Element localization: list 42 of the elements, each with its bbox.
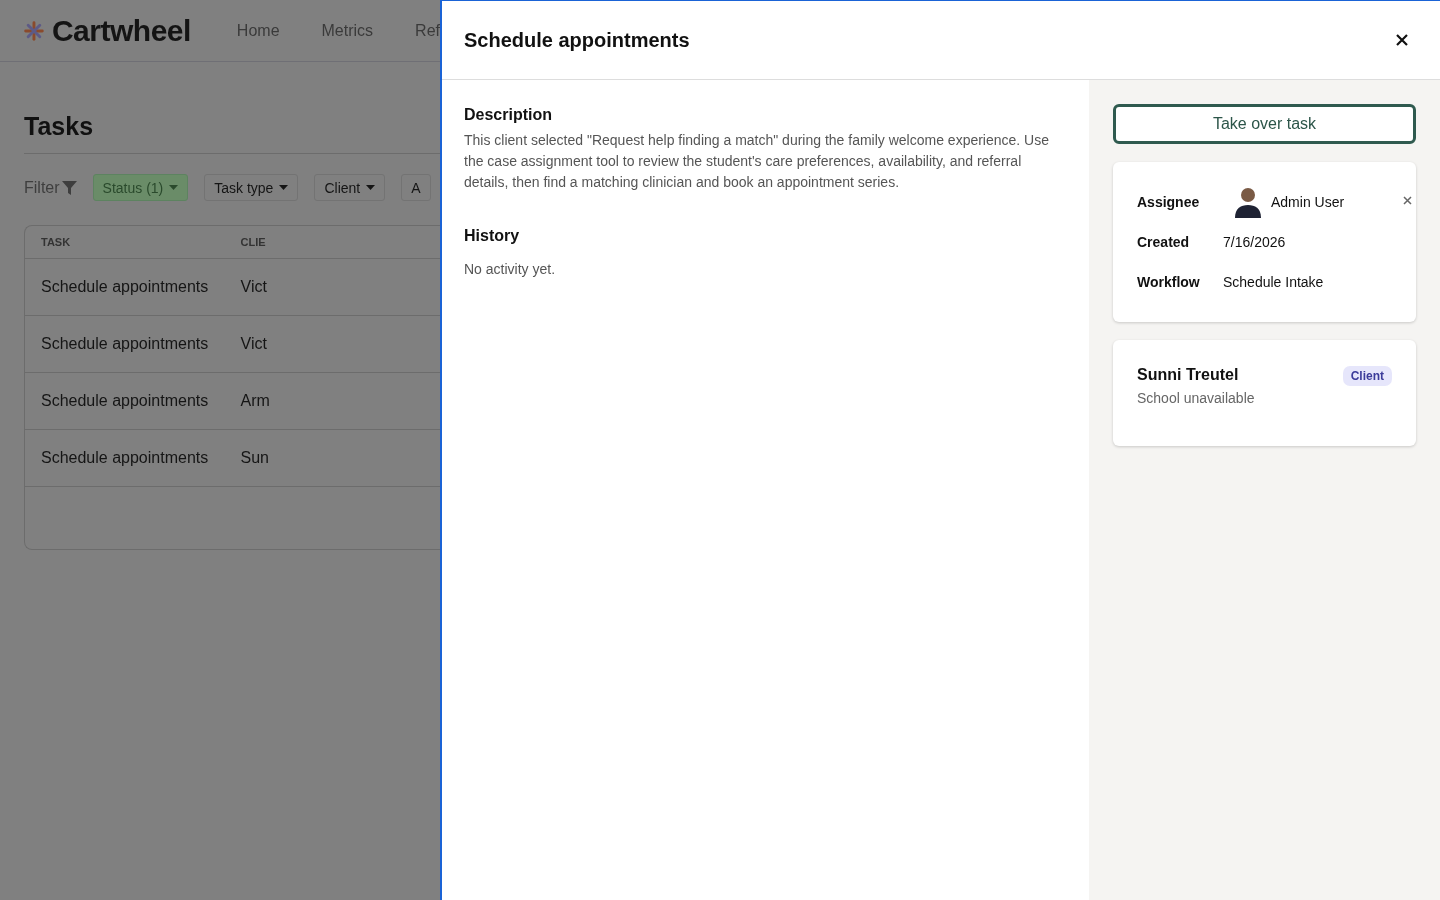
filter-dropdown[interactable]: Task type xyxy=(204,174,299,201)
caret-icon xyxy=(366,185,376,190)
filter-dropdown[interactable]: Status (1) xyxy=(92,174,189,201)
caret-icon xyxy=(169,185,179,190)
filter-icon xyxy=(61,180,77,195)
client-subtitle: School unavailable xyxy=(1137,390,1256,406)
table-cell-text: Sun xyxy=(240,449,270,467)
empty-history-text: No activity yet. xyxy=(464,260,557,279)
detail-label: Workflow xyxy=(1137,274,1201,290)
table-cell-text: Schedule appointments xyxy=(41,335,210,353)
filter-label: Filter xyxy=(24,178,60,197)
nav-link[interactable]: Home xyxy=(236,21,280,40)
detail-value: 7/16/2026 xyxy=(1223,234,1286,250)
take-over-button[interactable]: Take over task xyxy=(1113,104,1416,144)
table-cell-text: Vict xyxy=(240,278,268,296)
table-cell-text: Schedule appointments xyxy=(41,278,210,296)
app-logo: Cartwheel xyxy=(51,13,191,48)
column-header: TASK xyxy=(41,236,72,248)
detail-value: Schedule Intake xyxy=(1223,274,1324,290)
nav-link[interactable]: Metrics xyxy=(321,21,374,40)
asterisk-logo-icon xyxy=(24,18,44,43)
detail-label: Assignee xyxy=(1137,194,1201,210)
table-cell-text: Schedule appointments xyxy=(41,392,210,410)
column-header: CLIE xyxy=(240,236,267,248)
section-heading: History xyxy=(464,227,521,245)
filter-dropdown[interactable]: Client xyxy=(314,174,386,201)
section-heading: Description xyxy=(464,106,553,124)
description-text: This client selected "Request help finding a match" during the family welcome experience. Use the case assignment tool to review the student's care preferences, availability, and referral details, then find a matching clinician and book an appointment series. xyxy=(464,131,1050,192)
remove-icon[interactable] xyxy=(1401,194,1414,207)
client-name: Sunni Treutel xyxy=(1137,366,1239,384)
drawer-title: Schedule appointments xyxy=(464,28,690,52)
page-title: Tasks xyxy=(24,112,440,154)
table-cell-text: Vict xyxy=(240,335,268,353)
detail-value: Admin User xyxy=(1271,194,1345,210)
avatar-icon xyxy=(1233,186,1263,218)
filter-dropdown[interactable]: A xyxy=(401,174,431,201)
client-tag: Client xyxy=(1342,366,1392,386)
caret-icon xyxy=(279,185,289,190)
nav-link[interactable]: Ref xyxy=(415,21,440,40)
detail-label: Created xyxy=(1137,234,1191,250)
table-cell-text: Arm xyxy=(240,392,271,410)
table-cell-text: Schedule appointments xyxy=(41,449,210,467)
